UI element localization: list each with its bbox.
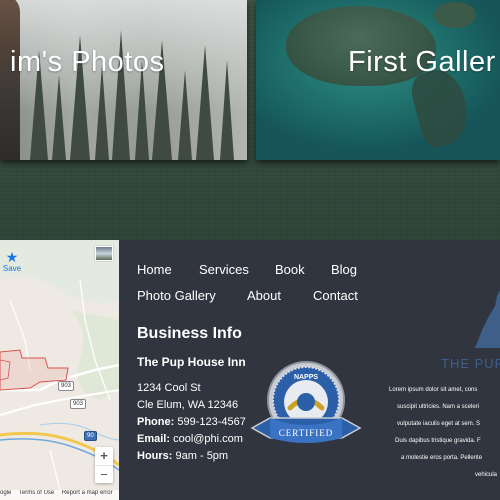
email-value[interactable]: cool@phi.com — [173, 433, 243, 445]
tree-shape — [178, 70, 192, 160]
gallery-tile-photos[interactable]: im's Photos — [0, 0, 247, 160]
map-terms-link[interactable]: Terms of Use — [19, 490, 54, 496]
napps-certified-badge: NAPPS CERTIFIED — [250, 361, 362, 443]
map-google-attribution: ogle — [0, 490, 12, 496]
phone-row: Phone: 599-123-4567 — [137, 416, 246, 428]
zoom-out-button[interactable]: − — [95, 466, 113, 484]
about-paragraph: Lorem ipsum dolor sit amet, cons suscipi… — [389, 382, 500, 484]
hours-row: Hours: 9am - 5pm — [137, 450, 228, 462]
nav-book[interactable]: Book — [275, 262, 305, 277]
zoom-in-button[interactable]: + — [95, 447, 113, 466]
map-save-label: Save — [2, 264, 22, 273]
nav-blog[interactable]: Blog — [331, 262, 357, 277]
map-save-button[interactable]: ★ Save — [0, 250, 24, 273]
tree-shape — [52, 75, 66, 160]
business-name: The Pup House Inn — [137, 355, 246, 369]
route-903-label: 903 — [58, 381, 75, 391]
map-zoom-control[interactable]: + − — [95, 447, 113, 483]
site-footer: Home Services Book Blog Photo Gallery Ab… — [119, 240, 500, 500]
about-line: Lorem ipsum dolor sit amet, cons — [389, 387, 478, 393]
logo-text: THE PUP — [441, 356, 500, 371]
about-line: Duis dapibus tristique gravida. F — [395, 438, 481, 444]
address-line-2: Cle Elum, WA 12346 — [137, 399, 239, 411]
star-icon: ★ — [5, 249, 19, 265]
gallery-tile-title: im's Photos — [10, 46, 165, 78]
tree-shape — [95, 65, 109, 160]
turtle-head-shape — [434, 2, 476, 28]
hours-label: Hours: — [137, 450, 173, 462]
about-line: vehicula — [475, 472, 498, 478]
map-attribution: ogle Terms of Use Report a map error — [0, 490, 119, 500]
satellite-toggle-thumbnail[interactable] — [95, 246, 113, 261]
phone-label: Phone: — [137, 416, 175, 428]
gallery-tile-title: First Galler — [348, 46, 496, 78]
email-row: Email: cool@phi.com — [137, 433, 243, 445]
dog-logo-icon — [475, 290, 500, 348]
about-line: suscipit ultricies. Nam a sceleri — [397, 404, 480, 410]
tree-shape — [196, 45, 214, 160]
interstate-90-label: 90 — [84, 431, 97, 441]
tree-shape — [220, 60, 234, 160]
about-line: a molestie eros porta. Pellente — [401, 455, 483, 461]
about-line: vulputate iaculis eget at sem. S — [397, 421, 481, 427]
nav-services[interactable]: Services — [199, 262, 249, 277]
badge-top-text: NAPPS — [294, 374, 318, 381]
nav-about[interactable]: About — [247, 288, 281, 303]
nav-home[interactable]: Home — [137, 262, 172, 277]
hours-value: 9am - 5pm — [175, 450, 229, 462]
gallery-section: im's Photos First Galler — [0, 0, 500, 240]
badge-ribbon-text: CERTIFIED — [279, 428, 333, 438]
embedded-map[interactable]: ★ Save 903 903 90 + − ogle Terms of Use … — [0, 240, 119, 500]
gallery-tile-first-gallery[interactable]: First Galler — [256, 0, 500, 160]
address-line-1: 1234 Cool St — [137, 382, 201, 394]
phone-value[interactable]: 599-123-4567 — [177, 416, 246, 428]
map-report-error-link[interactable]: Report a map error — [62, 490, 113, 496]
nav-contact[interactable]: Contact — [313, 288, 358, 303]
nav-photo-gallery[interactable]: Photo Gallery — [137, 288, 216, 303]
email-label: Email: — [137, 433, 171, 445]
business-info-heading: Business Info — [137, 325, 242, 342]
person-figure — [0, 0, 20, 160]
route-903-label: 903 — [70, 399, 87, 409]
